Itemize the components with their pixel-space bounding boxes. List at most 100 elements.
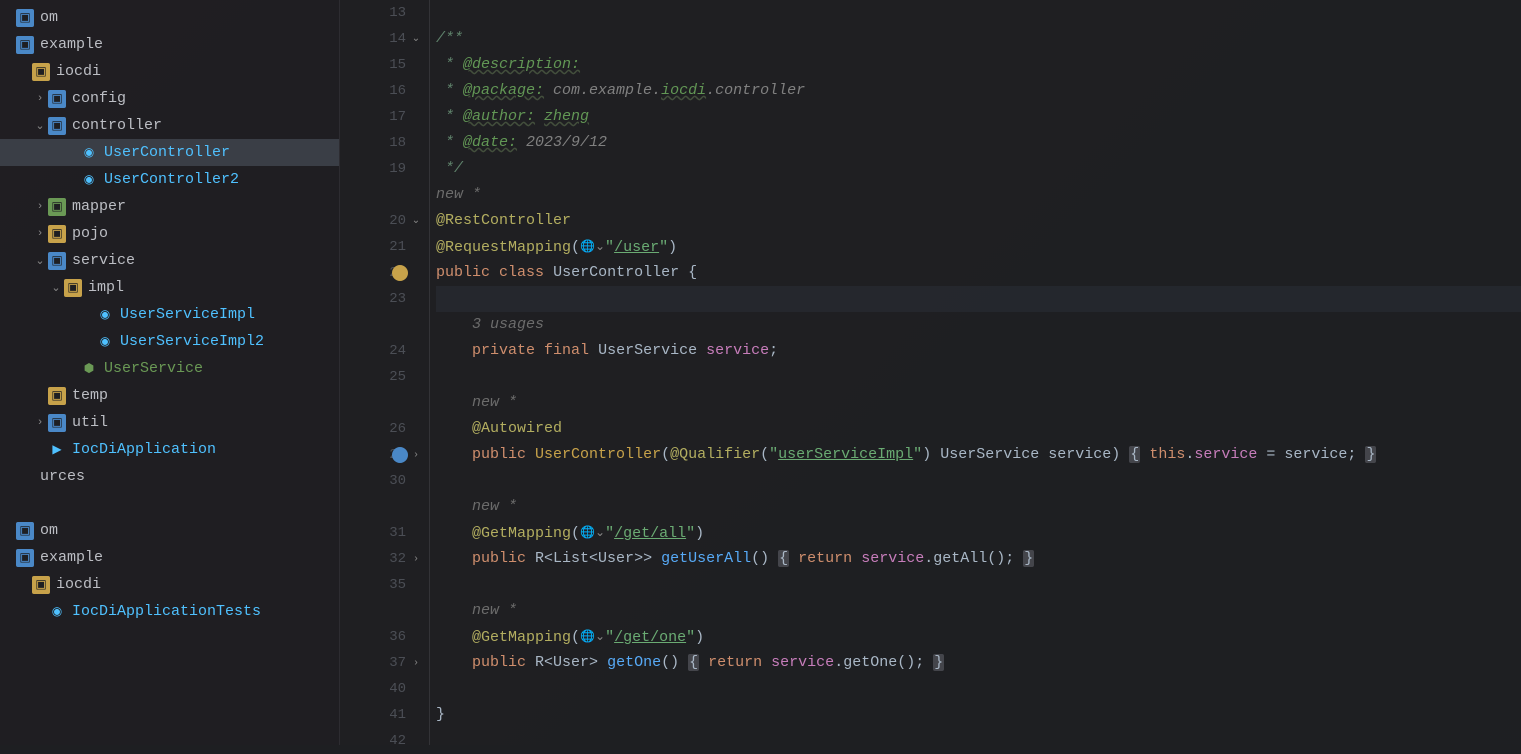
tree-label: om — [40, 9, 58, 26]
tree-label: util — [72, 414, 108, 431]
tree-item[interactable]: ›▣util — [0, 409, 339, 436]
line-number — [389, 312, 406, 338]
line-number: 15 — [389, 52, 406, 78]
code-line[interactable]: * @description: — [436, 52, 1521, 78]
line-number: 18 — [389, 130, 406, 156]
code-line[interactable] — [436, 468, 1521, 494]
tree-label: temp — [72, 387, 108, 404]
line-number — [389, 390, 406, 416]
line-number: 23 — [389, 286, 406, 312]
class-gutter-icon[interactable] — [392, 265, 408, 281]
tree-item[interactable]: ›▣config — [0, 85, 339, 112]
fold-icon[interactable]: › — [408, 650, 424, 676]
chevron-icon[interactable]: ⌄ — [32, 254, 48, 268]
fold-icon[interactable]: ⌄ — [408, 208, 424, 234]
tree-label: urces — [40, 468, 85, 485]
code-line[interactable]: public UserController(@Qualifier("userSe… — [436, 442, 1521, 468]
tree-label: UserController — [104, 144, 230, 161]
chevron-icon[interactable]: › — [32, 201, 48, 213]
tree-item[interactable] — [0, 490, 339, 517]
tree-label: pojo — [72, 225, 108, 242]
tree-label: iocdi — [56, 576, 101, 593]
code-line[interactable]: new * — [436, 598, 1521, 624]
tree-item[interactable]: ›▣pojo — [0, 220, 339, 247]
code-line[interactable]: * @author: zheng — [436, 104, 1521, 130]
code-line[interactable]: /** — [436, 26, 1521, 52]
fold-icon[interactable]: › — [408, 442, 424, 468]
code-area[interactable]: /** * @description: * @package: com.exam… — [430, 0, 1521, 745]
tree-label: example — [40, 36, 103, 53]
code-line[interactable]: */ — [436, 156, 1521, 182]
tree-label: IocDiApplicationTests — [72, 603, 261, 620]
tree-item[interactable]: ◉UserController2 — [0, 166, 339, 193]
tree-item[interactable]: urces — [0, 463, 339, 490]
code-line[interactable] — [436, 364, 1521, 390]
code-line[interactable]: new * — [436, 390, 1521, 416]
tree-label: UserService — [104, 360, 203, 377]
tree-item[interactable]: ›▣mapper — [0, 193, 339, 220]
code-line[interactable]: * @date: 2023/9/12 — [436, 130, 1521, 156]
code-line[interactable]: new * — [436, 494, 1521, 520]
tree-item[interactable]: ▣iocdi — [0, 58, 339, 85]
bean-gutter-icon[interactable] — [392, 447, 408, 463]
code-line[interactable]: new * — [436, 182, 1521, 208]
tree-item[interactable]: ◉UserServiceImpl — [0, 301, 339, 328]
code-line[interactable]: public class UserController { — [436, 260, 1521, 286]
tree-item[interactable]: ▣temp — [0, 382, 339, 409]
tree-item[interactable]: ⌄▣impl — [0, 274, 339, 301]
line-number: 24 — [389, 338, 406, 364]
code-line[interactable]: @GetMapping(🌐⌄"/get/all") — [436, 520, 1521, 546]
chevron-icon[interactable]: › — [32, 93, 48, 105]
line-number: 37 — [389, 650, 406, 676]
code-editor[interactable]: 1314151617181920212223242526273031323536… — [340, 0, 1521, 745]
line-number: 35 — [389, 572, 406, 598]
tree-item[interactable]: ▣om — [0, 517, 339, 544]
line-number: 14 — [389, 26, 406, 52]
tree-item[interactable]: ▣om — [0, 4, 339, 31]
code-line[interactable] — [436, 676, 1521, 702]
line-number: 21 — [389, 234, 406, 260]
chevron-icon[interactable]: ⌄ — [32, 119, 48, 133]
tree-item[interactable]: ▣iocdi — [0, 571, 339, 598]
code-line[interactable]: @RequestMapping(🌐⌄"/user") — [436, 234, 1521, 260]
tree-label: service — [72, 252, 135, 269]
code-line[interactable]: 3 usages — [436, 312, 1521, 338]
line-number: 26 — [389, 416, 406, 442]
code-line[interactable] — [436, 572, 1521, 598]
tree-item[interactable]: ◉UserController — [0, 139, 339, 166]
code-line[interactable]: @RestController — [436, 208, 1521, 234]
tree-item[interactable]: ⌄▣controller — [0, 112, 339, 139]
line-number: 42 — [389, 728, 406, 754]
tree-item[interactable]: ▣example — [0, 544, 339, 571]
tree-item[interactable]: ⌄▣service — [0, 247, 339, 274]
code-line[interactable]: } — [436, 702, 1521, 728]
line-number: 36 — [389, 624, 406, 650]
code-line[interactable]: @Autowired — [436, 416, 1521, 442]
tree-item[interactable]: ◉UserServiceImpl2 — [0, 328, 339, 355]
tree-label: UserServiceImpl — [120, 306, 255, 323]
code-line[interactable]: private final UserService service; — [436, 338, 1521, 364]
chevron-icon[interactable]: ⌄ — [48, 281, 64, 295]
chevron-icon[interactable]: › — [32, 417, 48, 429]
chevron-icon[interactable]: › — [32, 228, 48, 240]
code-line[interactable] — [436, 286, 1521, 312]
code-line[interactable]: public R<List<User>> getUserAll() { retu… — [436, 546, 1521, 572]
tree-label: config — [72, 90, 126, 107]
tree-item[interactable]: ⬢UserService — [0, 355, 339, 382]
fold-icon[interactable]: ⌄ — [408, 26, 424, 52]
tree-item[interactable]: ▶IocDiApplication — [0, 436, 339, 463]
code-line[interactable] — [436, 0, 1521, 26]
tree-label: om — [40, 522, 58, 539]
tree-item[interactable]: ▣example — [0, 31, 339, 58]
line-number: 30 — [389, 468, 406, 494]
fold-icon[interactable]: › — [408, 546, 424, 572]
code-line[interactable]: * @package: com.example.iocdi.controller — [436, 78, 1521, 104]
code-line[interactable]: public R<User> getOne() { return service… — [436, 650, 1521, 676]
code-line[interactable]: @GetMapping(🌐⌄"/get/one") — [436, 624, 1521, 650]
project-tree[interactable]: ▣om▣example▣iocdi›▣config⌄▣controller◉Us… — [0, 0, 340, 745]
code-line[interactable] — [436, 728, 1521, 754]
tree-item[interactable]: ◉IocDiApplicationTests — [0, 598, 339, 625]
line-number — [389, 598, 406, 624]
line-number: 13 — [389, 0, 406, 26]
tree-label: IocDiApplication — [72, 441, 216, 458]
